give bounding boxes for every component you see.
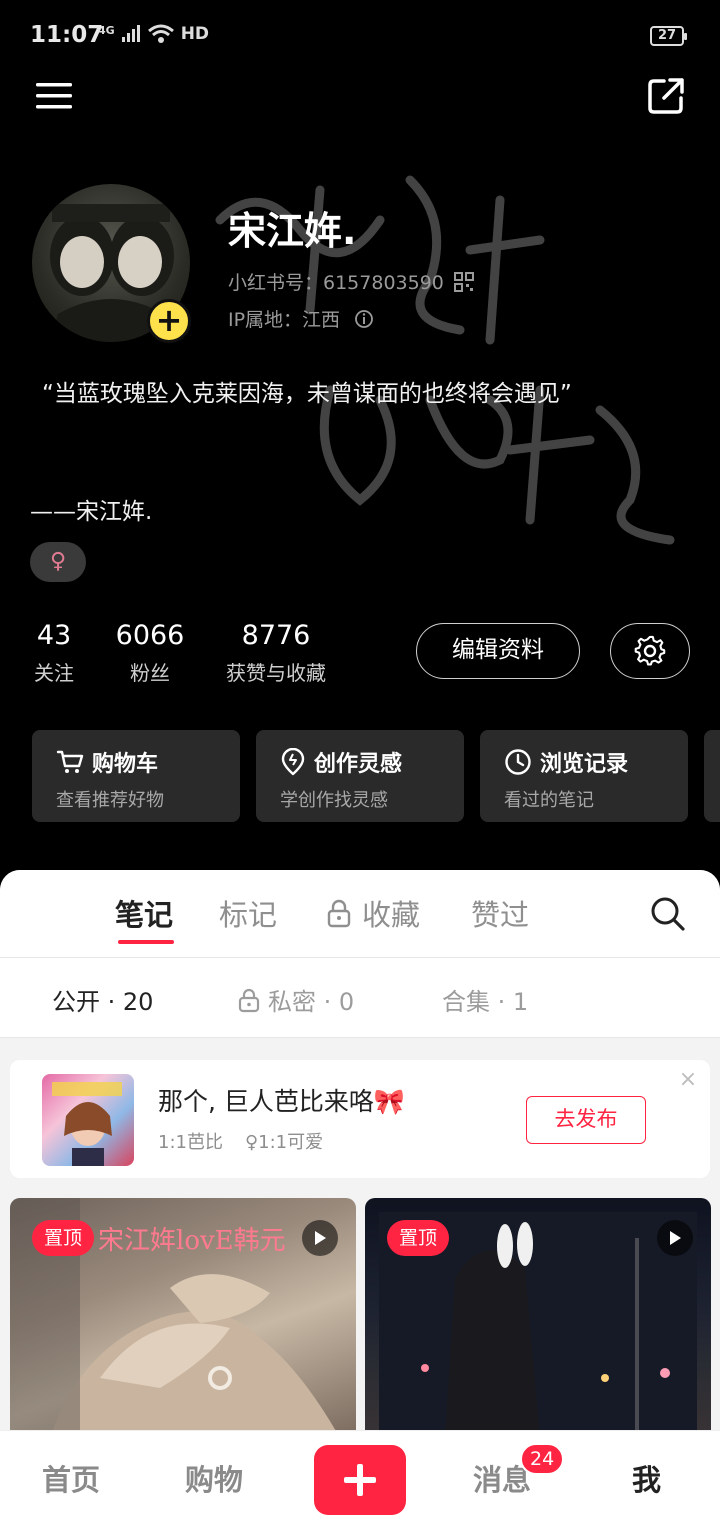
battery-indicator: 27 xyxy=(650,26,687,46)
tab-liked[interactable]: 赞过 xyxy=(471,892,529,934)
tab-active-indicator xyxy=(118,940,174,944)
tab-label: 赞过 xyxy=(471,898,530,932)
nav-home[interactable]: 首页 xyxy=(42,1457,100,1499)
ip-location-text: IP属地：江西 xyxy=(228,309,341,331)
stat-value: 43 xyxy=(36,620,72,651)
subtab-label: 私密 · 0 xyxy=(268,988,355,1016)
subtab-private[interactable]: 私密 · 0 xyxy=(238,982,354,1017)
avatar-add-button[interactable]: + xyxy=(147,299,191,343)
publish-button[interactable]: 去发布 xyxy=(526,1096,646,1144)
ip-location-row: IP属地：江西 xyxy=(228,305,374,332)
red-id-text: 小红书号：6157803590 xyxy=(228,272,444,294)
stat-label: 获赞与收藏 xyxy=(226,661,326,685)
stat-likes-collects[interactable]: 8776 获赞与收藏 xyxy=(220,620,332,686)
note-card[interactable]: 置顶 xyxy=(365,1198,711,1430)
draft-thumbnail xyxy=(42,1074,134,1166)
bottom-navigation: 首页 购物 消息 24 我 xyxy=(0,1430,720,1520)
bulb-icon xyxy=(281,748,305,776)
stat-value: 8776 xyxy=(241,620,311,651)
tab-label: 标记 xyxy=(219,898,278,932)
profile-nickname: 宋江姩. xyxy=(228,209,357,253)
tab-collections[interactable]: 收藏 xyxy=(326,892,420,934)
signal-icon xyxy=(121,25,140,42)
cart-icon xyxy=(56,750,84,773)
card-title-text: 创作灵感 xyxy=(314,752,403,777)
settings-button[interactable] xyxy=(610,623,690,679)
card-title: 创作灵感 xyxy=(280,746,440,778)
network-type-label: 4G xyxy=(98,23,115,37)
tab-label: 收藏 xyxy=(362,898,421,932)
pinned-badge: 置顶 xyxy=(32,1220,95,1256)
shopping-cart-card[interactable]: 购物车 查看推荐好物 xyxy=(32,730,240,822)
gender-female-icon: ♀ xyxy=(30,542,86,582)
share-external-icon[interactable] xyxy=(646,76,686,116)
visibility-subtabs: 公开 · 20 私密 · 0 合集 · 1 xyxy=(0,958,720,1038)
nav-me[interactable]: 我 xyxy=(632,1457,661,1499)
edit-profile-button[interactable]: 编辑资料 xyxy=(416,623,580,679)
stat-label: 粉丝 xyxy=(130,661,170,685)
creative-inspiration-card[interactable]: 创作灵感 学创作找灵感 xyxy=(256,730,464,822)
status-bar: 11:07 4G HD 27 xyxy=(0,0,720,72)
note-card[interactable]: 置顶 宋江姩lovE韩元 xyxy=(10,1198,356,1430)
quick-action-cards: 购物车 查看推荐好物 创作灵感 学创作找灵感 浏览记录 看过的笔记 xyxy=(32,730,720,822)
battery-level: 27 xyxy=(657,28,677,43)
more-card-partial[interactable] xyxy=(704,730,720,822)
tab-notes[interactable]: 笔记 xyxy=(115,892,173,934)
card-subtitle: 查看推荐好物 xyxy=(56,790,164,811)
profile-stats: 43 关注 6066 粉丝 8776 获赞与收藏 xyxy=(0,620,400,700)
lock-icon xyxy=(327,899,351,928)
close-icon[interactable]: × xyxy=(676,1068,700,1092)
hamburger-menu-icon[interactable] xyxy=(34,78,74,114)
card-title-text: 购物车 xyxy=(92,752,159,777)
red-id-row[interactable]: 小红书号：6157803590 xyxy=(228,268,474,295)
card-title: 浏览记录 xyxy=(504,746,664,778)
draft-tags: 1:1芭比 ♀1:1可爱 xyxy=(158,1128,323,1154)
status-icons: 4G HD xyxy=(98,23,210,45)
info-icon[interactable] xyxy=(354,309,374,329)
profile-bio: “当蓝玫瑰坠入克莱因海，未曾谋面的也终将会遇见” xyxy=(42,381,572,407)
content-tabs: 笔记 标记 收藏 赞过 xyxy=(0,870,720,958)
card-subtitle: 看过的笔记 xyxy=(504,790,594,811)
play-icon xyxy=(302,1220,338,1256)
nav-create-button[interactable] xyxy=(314,1445,406,1515)
tab-marked[interactable]: 标记 xyxy=(219,892,277,934)
browsing-history-card[interactable]: 浏览记录 看过的笔记 xyxy=(480,730,688,822)
pinned-badge: 置顶 xyxy=(387,1220,450,1256)
card-title: 购物车 xyxy=(56,746,216,778)
stat-label: 关注 xyxy=(34,661,74,685)
subtab-public[interactable]: 公开 · 20 xyxy=(52,982,153,1017)
stat-followers[interactable]: 6066 粉丝 xyxy=(112,620,188,686)
stat-following[interactable]: 43 关注 xyxy=(32,620,76,686)
subtab-label: 公开 · 20 xyxy=(52,988,154,1016)
plus-icon xyxy=(344,1464,376,1496)
qr-code-icon[interactable] xyxy=(453,271,474,292)
draft-suggestion-card[interactable]: 那个, 巨人芭比来咯🎀 1:1芭比 ♀1:1可爱 去发布 × xyxy=(10,1060,710,1178)
tab-label: 笔记 xyxy=(115,898,174,932)
draft-tag: 1:1芭比 xyxy=(158,1132,223,1153)
wifi-icon xyxy=(147,24,174,43)
nav-shop[interactable]: 购物 xyxy=(185,1457,243,1499)
lock-icon xyxy=(238,988,260,1012)
search-icon[interactable] xyxy=(648,894,688,934)
note-caption: 宋江姩lovE韩元 xyxy=(98,1226,286,1256)
profile-signature: ——宋江姩. xyxy=(30,499,153,525)
draft-tag: ♀1:1可爱 xyxy=(244,1132,324,1153)
draft-title: 那个, 巨人芭比来咯🎀 xyxy=(158,1087,406,1116)
clock-icon xyxy=(505,749,531,775)
stat-value: 6066 xyxy=(115,620,185,651)
card-subtitle: 学创作找灵感 xyxy=(280,790,388,811)
subtab-label: 合集 · 1 xyxy=(442,988,529,1016)
play-icon xyxy=(657,1220,693,1256)
hd-label: HD xyxy=(180,24,210,44)
gear-icon xyxy=(634,635,666,666)
messages-count-badge: 24 xyxy=(520,1443,565,1475)
subtab-collection[interactable]: 合集 · 1 xyxy=(442,982,528,1017)
card-title-text: 浏览记录 xyxy=(540,752,629,777)
status-time: 11:07 xyxy=(30,22,104,48)
content-sheet: 笔记 标记 收藏 赞过 公开 · 20 私密 · 0 合集 · 1 那个, 巨人… xyxy=(0,870,720,1430)
